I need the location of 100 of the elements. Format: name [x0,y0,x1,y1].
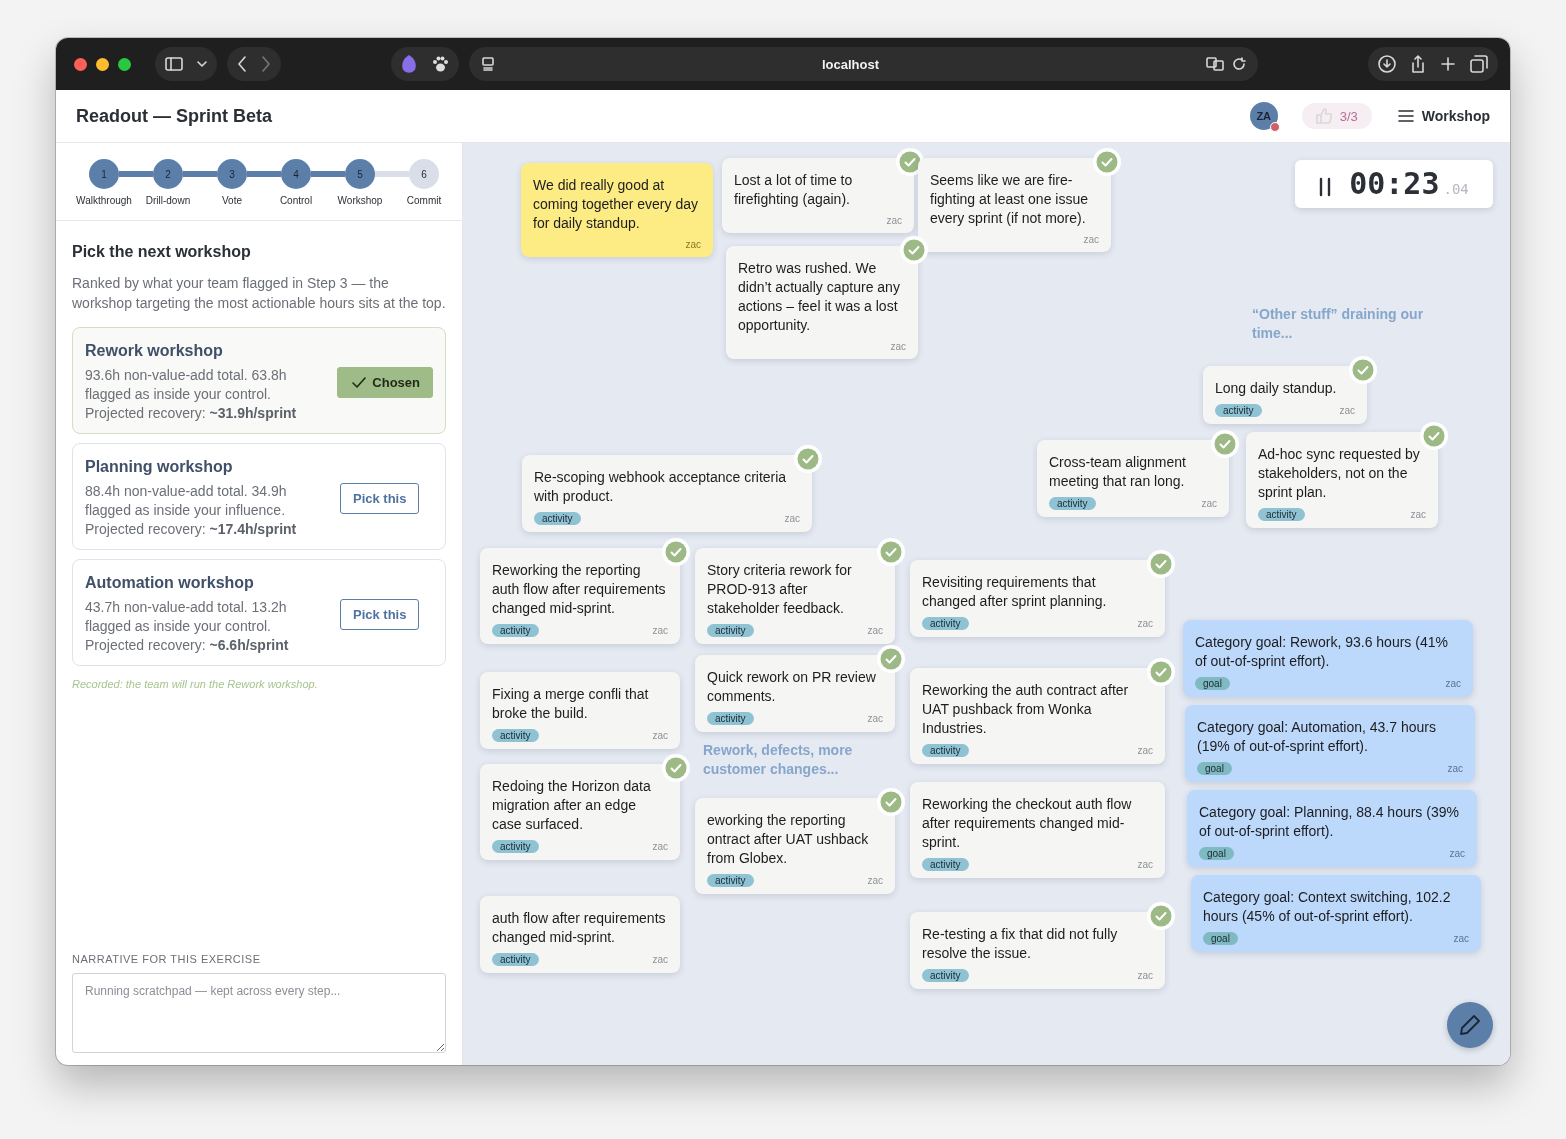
page-icon[interactable] [481,57,495,71]
sidebar-icon[interactable] [165,56,183,72]
menu-icon [1397,110,1414,122]
tag: activity [707,712,754,725]
workshop-summary: 93.6h non-value-add total. 63.8h flagged as inside your control. Projected recovery: ~31.9h/sprint [85,366,298,423]
author-name: zac [652,730,668,741]
workshop-title: Planning workshop [85,458,234,476]
tag: activity [922,617,969,630]
menu-button[interactable]: Workshop [1397,108,1490,124]
author-name: zac [652,954,668,965]
note-text: Revisiting requirements that changed after sprint planning. [922,573,1108,611]
forward-icon[interactable] [261,56,271,72]
narrative-field[interactable]: Running scratchpad — kept across every step... [72,973,446,1053]
tag: activity [1049,497,1096,510]
author-name: zac [886,215,902,226]
author-name: zac [1410,509,1426,520]
author-name: zac [784,513,800,524]
note-text: Re-scoping webhook acceptance criteria with product. [534,468,788,506]
plus-icon[interactable] [1440,56,1456,72]
edit-button[interactable] [1447,1002,1493,1048]
tag: goal [1195,677,1230,690]
author-name: zac [1449,848,1465,859]
board-heading: Rework, defects, more customer changes... [703,741,854,779]
author-name: zac [685,239,701,250]
author-name: zac [652,841,668,852]
check-icon [352,376,367,389]
pick-button[interactable]: Pick this [340,599,420,630]
step-connector [119,171,153,177]
tag: activity [492,953,539,966]
note-text: Long daily standup. [1215,379,1338,398]
tag: activity [707,874,754,887]
timer-fraction: .04 [1443,181,1469,197]
tag: activity [1215,404,1262,417]
reload-icon[interactable] [1232,57,1246,71]
address-bar[interactable]: localhost [469,47,1258,81]
note-text: We did really good at coming together every day for daily standup. [533,176,699,233]
url-text: localhost [821,56,880,72]
note-text: auth flow after requirements changed mid-sprint. [492,909,667,947]
tag: goal [1199,847,1234,860]
note-text: Cross-team alignment meeting that ran long. [1049,453,1187,491]
pencil-icon [1459,1014,1481,1036]
step-connector [311,171,345,177]
step-connector [183,171,217,177]
author-name: zac [1447,763,1463,774]
step-label: Walkthrough [76,195,132,206]
app-title: Readout — Sprint Beta [76,105,273,127]
note-text: Category goal: Planning, 88.4 hours (39% of out-of-sprint effort). [1199,803,1460,841]
step-circle[interactable]: 5 [345,159,375,189]
note-text: Ad-hoc sync requested by stakeholders, not on the sprint plan. [1258,445,1421,502]
tag: activity [922,744,969,757]
pick-button[interactable]: Pick this [340,483,420,514]
recorded-note: Recorded: the team will run the Rework workshop. [72,678,319,690]
step-circle[interactable]: 3 [217,159,247,189]
author-name: zac [1137,618,1153,629]
paw-icon[interactable] [431,55,449,73]
close-button[interactable] [74,57,87,71]
step-circle[interactable]: 6 [409,159,439,189]
step-circle[interactable]: 4 [281,159,311,189]
tag: activity [922,969,969,982]
avatar[interactable]: ZA [1249,102,1278,130]
note-text: Reworking the checkout auth flow after requirements changed mid-sprint. [922,795,1133,852]
tag: goal [1203,932,1238,945]
tag: activity [492,840,539,853]
workshop-title: Automation workshop [85,574,255,592]
minimize-button[interactable] [96,57,109,71]
timer-value: 00:23 [1349,166,1440,201]
note-text: Seems like we are fire-fighting at least one issue every sprint (if not more). [930,171,1089,228]
tag: activity [534,512,581,525]
step-label: Workshop [337,195,383,206]
chevron-down-icon[interactable] [197,60,207,68]
status-dot [1269,122,1280,132]
author-name: zac [867,625,883,636]
note-text: Retro was rushed. We didn’t actually capture any actions – feel it was a lost opportunity. [738,259,901,335]
note-text: Category goal: Rework, 93.6 hours (41% of out-of-sprint effort). [1195,633,1449,671]
tag: activity [492,624,539,637]
field-label: NARRATIVE FOR THIS EXERCISE [72,953,262,965]
note-text: Lost a lot of time to firefighting (again). [734,171,854,209]
pause-button[interactable] [1319,177,1332,197]
author-name: zac [1339,405,1355,416]
workshop-summary: 43.7h non-value-add total. 13.2h flagged as inside your control. Projected recovery: ~6.6h/sprint [85,598,290,655]
author-name: zac [1137,745,1153,756]
step-circle[interactable]: 1 [89,159,119,189]
chosen-button[interactable]: Chosen [337,367,433,398]
download-icon[interactable] [1378,55,1396,73]
tag: activity [922,858,969,871]
maximize-button[interactable] [118,57,131,71]
tabs-icon[interactable] [1470,55,1488,73]
author-name: zac [1453,933,1469,944]
share-icon[interactable] [1410,55,1426,73]
back-icon[interactable] [237,56,247,72]
workshop-title: Rework workshop [85,342,224,360]
step-circle[interactable]: 2 [153,159,183,189]
author-name: zac [1137,970,1153,981]
tag: activity [1258,508,1305,521]
intro-text: Ranked by what your team flagged in Step 3 — the workshop targeting the most actionable hours sits at the top. [72,274,446,313]
step-label: Drill-down [145,195,191,206]
translate-icon[interactable] [1206,57,1224,71]
likes-button[interactable]: 3/3 [1301,103,1372,129]
note-text: Re-testing a fix that did not fully resolve the issue. [922,925,1119,963]
note-text: Reworking the reporting auth flow after requirements changed mid-sprint. [492,561,667,618]
